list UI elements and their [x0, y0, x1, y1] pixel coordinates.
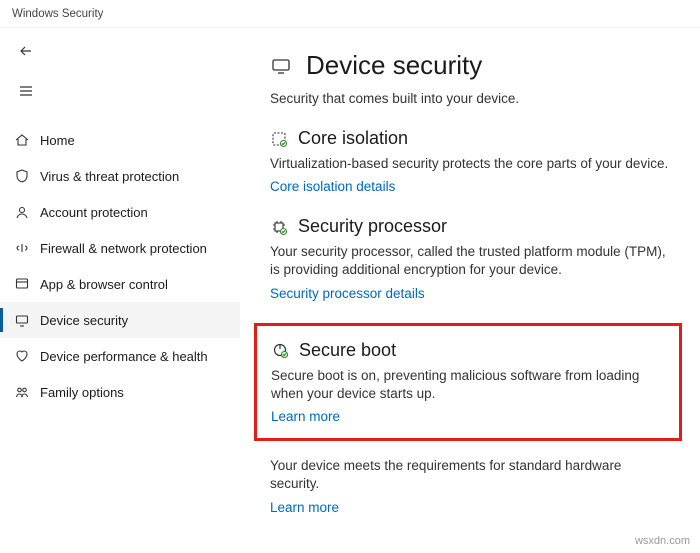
- security-processor-details-link[interactable]: Security processor details: [270, 286, 425, 301]
- section-title: Security processor: [298, 216, 447, 237]
- shield-icon: [14, 168, 40, 184]
- core-isolation-details-link[interactable]: Core isolation details: [270, 179, 395, 194]
- sidebar-item-label: Firewall & network protection: [40, 241, 207, 256]
- processor-icon: [270, 218, 288, 236]
- sidebar-item-label: Home: [40, 133, 75, 148]
- back-button[interactable]: [6, 34, 46, 68]
- sidebar-item-label: Virus & threat protection: [40, 169, 179, 184]
- sidebar-item-label: Account protection: [40, 205, 148, 220]
- page-subtitle: Security that comes built into your devi…: [270, 91, 672, 106]
- page-title: Device security: [306, 50, 482, 81]
- nav-list: Home Virus & threat protection Account p…: [0, 122, 240, 410]
- sidebar-item-performance[interactable]: Device performance & health: [0, 338, 240, 374]
- sidebar-item-label: Family options: [40, 385, 124, 400]
- section-desc: Your security processor, called the trus…: [270, 243, 672, 279]
- secure-boot-icon: [271, 341, 289, 359]
- section-hardware-security-status: Your device meets the requirements for s…: [270, 457, 672, 514]
- window-titlebar: Windows Security: [0, 0, 700, 28]
- section-desc: Virtualization-based security protects t…: [270, 155, 672, 173]
- hamburger-icon: [18, 83, 34, 99]
- account-icon: [14, 204, 40, 220]
- sidebar-item-firewall[interactable]: Firewall & network protection: [0, 230, 240, 266]
- app-browser-icon: [14, 276, 40, 292]
- health-icon: [14, 348, 40, 364]
- section-desc: Secure boot is on, preventing malicious …: [271, 367, 665, 403]
- sidebar-item-label: Device security: [40, 313, 128, 328]
- section-title: Secure boot: [299, 340, 396, 361]
- home-icon: [14, 132, 40, 148]
- secure-boot-learn-more-link[interactable]: Learn more: [271, 409, 340, 424]
- secure-boot-highlight: Secure boot Secure boot is on, preventin…: [254, 323, 682, 441]
- sidebar-item-family[interactable]: Family options: [0, 374, 240, 410]
- core-isolation-icon: [270, 130, 288, 148]
- sidebar-item-account[interactable]: Account protection: [0, 194, 240, 230]
- section-core-isolation: Core isolation Virtualization-based secu…: [270, 128, 672, 194]
- sidebar-item-label: App & browser control: [40, 277, 168, 292]
- footer-desc: Your device meets the requirements for s…: [270, 457, 672, 493]
- firewall-icon: [14, 240, 40, 256]
- main-content: Device security Security that comes buil…: [240, 28, 700, 553]
- section-title: Core isolation: [298, 128, 408, 149]
- sidebar-item-home[interactable]: Home: [0, 122, 240, 158]
- window-title: Windows Security: [12, 8, 103, 20]
- back-arrow-icon: [18, 43, 34, 59]
- device-icon: [270, 55, 292, 77]
- section-security-processor: Security processor Your security process…: [270, 216, 672, 300]
- sidebar-item-app-browser[interactable]: App & browser control: [0, 266, 240, 302]
- hamburger-button[interactable]: [6, 74, 46, 108]
- sidebar: Home Virus & threat protection Account p…: [0, 28, 240, 553]
- page-header: Device security: [270, 50, 672, 81]
- section-secure-boot: Secure boot Secure boot is on, preventin…: [271, 340, 665, 424]
- sidebar-item-virus[interactable]: Virus & threat protection: [0, 158, 240, 194]
- hardware-security-learn-more-link[interactable]: Learn more: [270, 500, 339, 515]
- family-icon: [14, 384, 40, 400]
- watermark: wsxdn.com: [635, 535, 690, 547]
- sidebar-item-device-security[interactable]: Device security: [0, 302, 240, 338]
- device-security-icon: [14, 312, 40, 328]
- sidebar-item-label: Device performance & health: [40, 349, 208, 364]
